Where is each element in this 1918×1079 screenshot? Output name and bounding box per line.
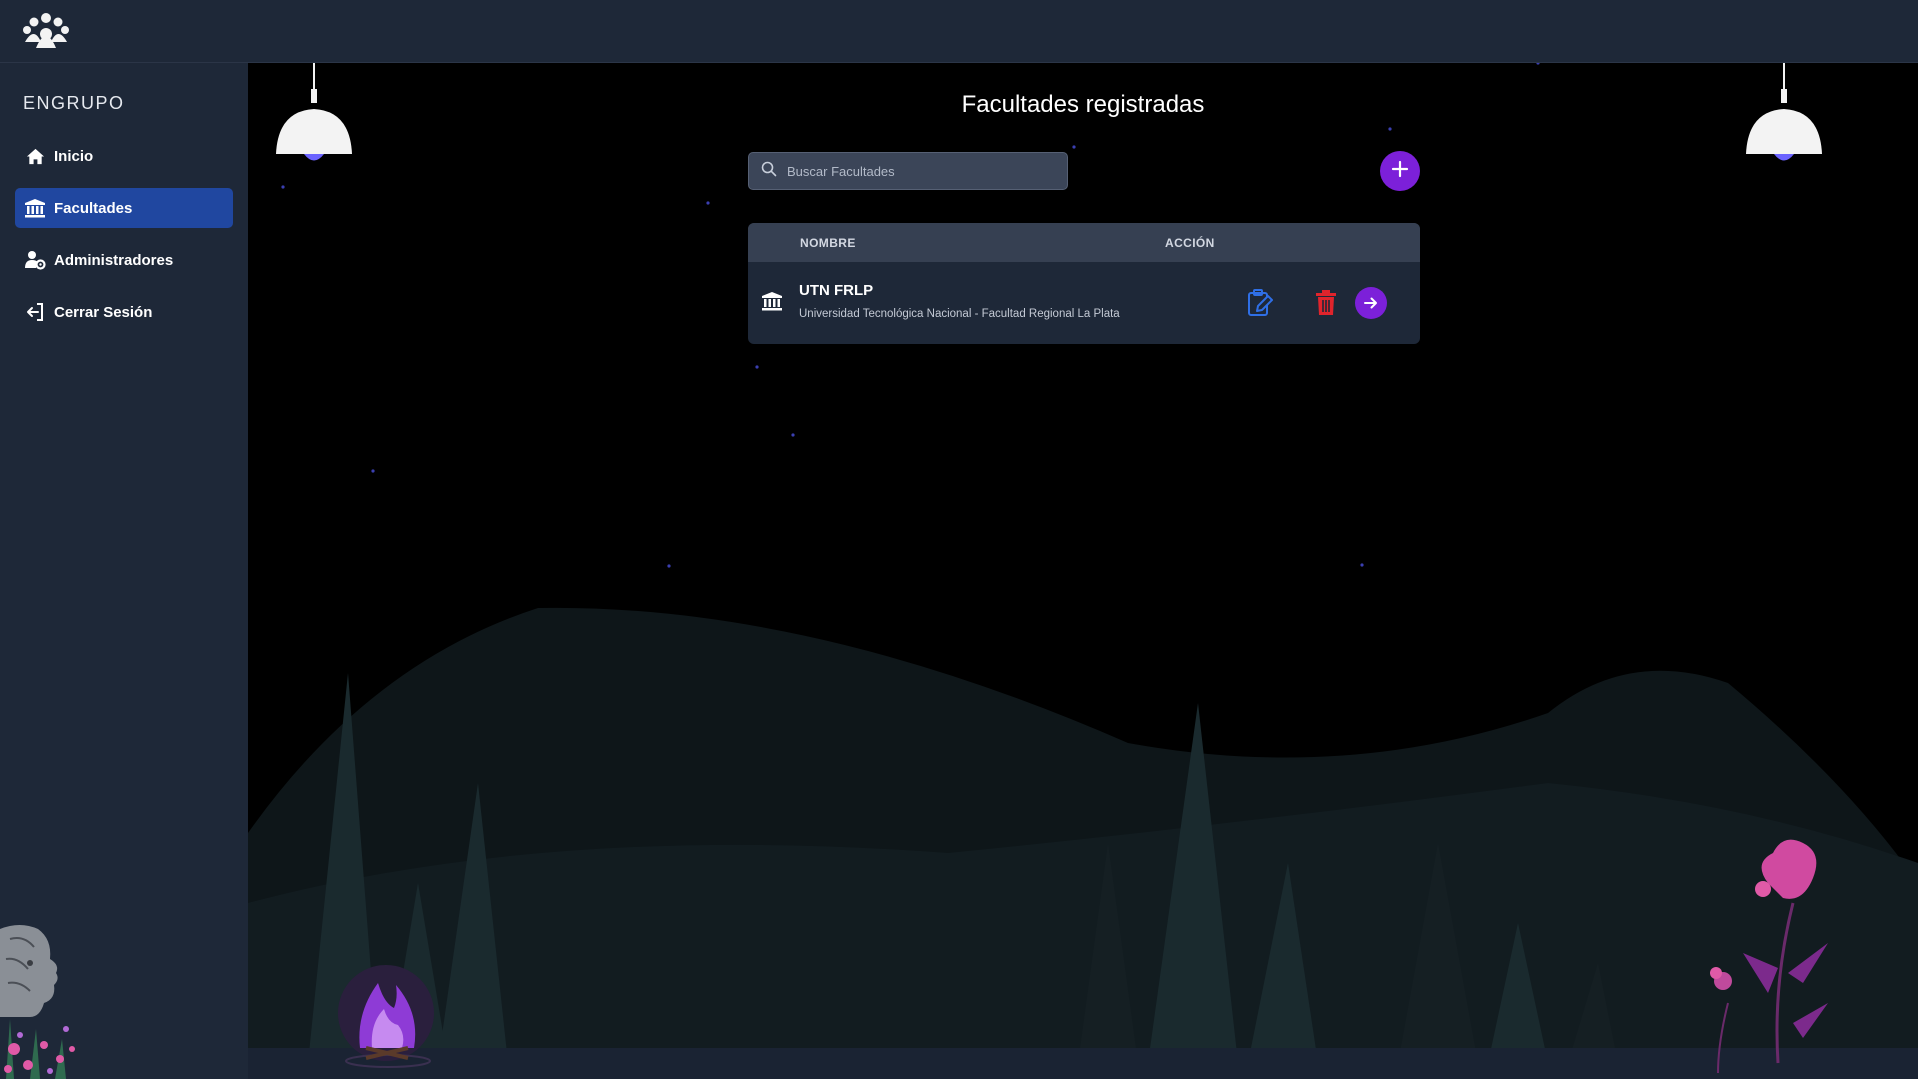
institution-icon bbox=[761, 290, 783, 317]
sidebar-item-facultades[interactable]: Facultades bbox=[15, 188, 233, 228]
add-facultad-button[interactable] bbox=[1380, 151, 1420, 191]
delete-button[interactable] bbox=[1310, 287, 1342, 319]
table-row[interactable]: UTN FRLP Universidad Tecnológica Naciona… bbox=[748, 262, 1420, 344]
sidebar-item-label: Cerrar Sesión bbox=[54, 303, 153, 321]
search-input[interactable] bbox=[787, 163, 1047, 179]
sidebar-item-cerrar-sesion[interactable]: Cerrar Sesión bbox=[15, 292, 233, 332]
facultad-name: UTN FRLP bbox=[799, 282, 874, 299]
sidebar-item-inicio[interactable]: Inicio bbox=[15, 136, 233, 176]
edit-icon bbox=[1248, 289, 1273, 316]
table-header: NOMBRE ACCIÓN bbox=[748, 223, 1420, 262]
top-bar bbox=[0, 0, 1918, 63]
delete-icon bbox=[1316, 290, 1336, 315]
plus-icon bbox=[1391, 160, 1409, 183]
logout-icon bbox=[24, 301, 46, 323]
night-landscape-background bbox=[248, 63, 1918, 1079]
search-box[interactable] bbox=[748, 152, 1068, 190]
sidebar-item-administradores[interactable]: Administradores bbox=[15, 240, 233, 280]
main-content: Facultades registradas NOMBRE ACCIÓN UTN… bbox=[248, 63, 1918, 1079]
page-title: Facultades registradas bbox=[961, 91, 1205, 118]
home-icon bbox=[24, 145, 46, 167]
institution-icon bbox=[24, 197, 46, 219]
brand-name: ENGRUPO bbox=[23, 93, 125, 113]
edit-button[interactable] bbox=[1244, 287, 1276, 319]
arrow-right-icon bbox=[1364, 297, 1377, 309]
open-facultad-button[interactable] bbox=[1355, 287, 1387, 319]
search-icon bbox=[761, 161, 777, 182]
robot-flowers-illustration bbox=[0, 925, 75, 1079]
column-header-nombre: NOMBRE bbox=[800, 236, 856, 250]
sidebar-item-label: Administradores bbox=[54, 251, 174, 269]
sidebar: ENGRUPO Inicio Facultades Administradore… bbox=[0, 63, 248, 1079]
facultad-description: Universidad Tecnológica Nacional - Facul… bbox=[799, 308, 1120, 320]
users-gear-icon bbox=[24, 249, 46, 271]
sidebar-item-label: Facultades bbox=[54, 199, 133, 217]
column-header-accion: ACCIÓN bbox=[1165, 236, 1215, 250]
sidebar-item-label: Inicio bbox=[54, 147, 94, 165]
group-logo-icon[interactable] bbox=[22, 10, 70, 52]
facultades-table: NOMBRE ACCIÓN UTN FRLP Universidad Tecno… bbox=[748, 223, 1420, 344]
